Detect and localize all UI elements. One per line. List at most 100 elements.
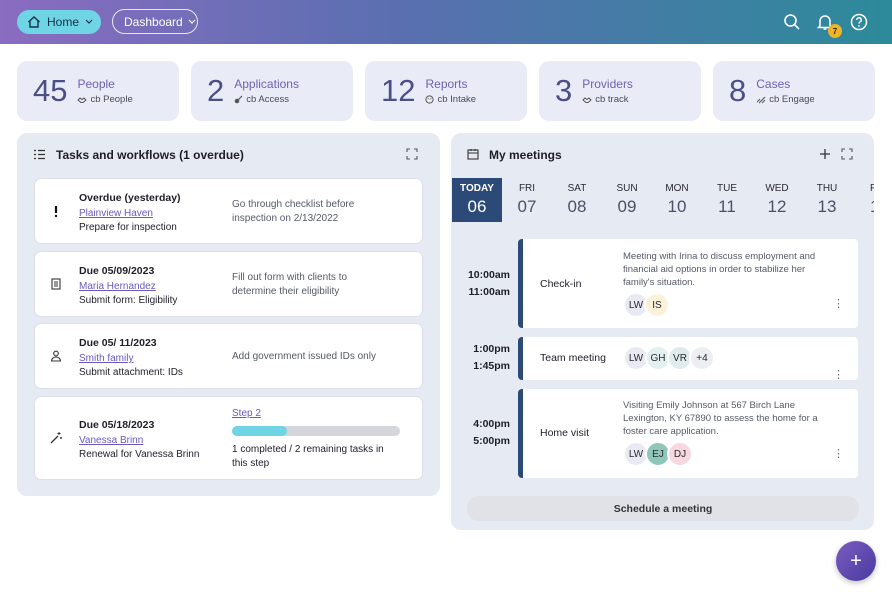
- stat-sub: cb People: [90, 94, 133, 105]
- stat-number: 12: [381, 73, 416, 108]
- top-bar: Home Dashboard 7: [0, 0, 892, 44]
- tasks-title: Tasks and workflows (1 overdue): [56, 148, 244, 162]
- tasks-panel: Tasks and workflows (1 overdue) Overdue …: [17, 133, 440, 496]
- day-sat[interactable]: SAT 08: [552, 178, 602, 222]
- stat-name: Providers: [582, 77, 633, 91]
- upload-person-icon: [50, 350, 62, 362]
- task-link[interactable]: Smith family: [79, 353, 133, 364]
- day-name: SAT: [567, 183, 587, 194]
- meeting-card[interactable]: Check-in Meeting with Irina to discuss e…: [518, 239, 858, 328]
- task-action: Renewal for Vanessa Brinn: [79, 449, 200, 460]
- home-button[interactable]: Home: [17, 10, 101, 34]
- task-card[interactable]: Due 05/09/2023 Maria Hernandez Submit fo…: [34, 251, 423, 317]
- task-action: Submit attachment: IDs: [79, 367, 183, 378]
- document-icon: [51, 278, 61, 290]
- stat-name: Reports: [425, 77, 468, 91]
- task-link[interactable]: Maria Hernandez: [79, 281, 156, 292]
- day-name: SUN: [616, 183, 638, 194]
- task-card[interactable]: Due 05/18/2023 Vanessa Brinn Renewal for…: [34, 396, 423, 480]
- stat-number: 8: [729, 73, 747, 108]
- task-description: 1 completed / 2 remaining tasks in this …: [232, 444, 384, 469]
- expand-icon[interactable]: [841, 148, 853, 160]
- stat-card-people[interactable]: 45 People cb People: [17, 61, 179, 121]
- task-due: Overdue (yesterday): [79, 192, 181, 204]
- more-icon[interactable]: ⋮: [833, 297, 844, 310]
- day-date: 12: [767, 197, 787, 216]
- day-date: 10: [667, 197, 687, 216]
- plus-icon: +: [850, 550, 862, 572]
- task-due: Due 05/09/2023: [79, 265, 155, 277]
- task-link[interactable]: Plainview Haven: [79, 208, 153, 219]
- day-name: TODAY: [460, 183, 494, 194]
- stat-name: Applications: [234, 77, 299, 91]
- day-date: 07: [517, 197, 537, 216]
- task-description: Fill out form with clients to determine …: [232, 272, 348, 297]
- notification-badge: 7: [828, 24, 842, 38]
- meeting-times: 10:00am 11:00am: [457, 267, 510, 301]
- wand-icon: [50, 432, 62, 444]
- face-icon: [425, 95, 435, 104]
- stat-sub: cb Engage: [769, 94, 815, 105]
- handshake-icon: [582, 96, 592, 103]
- day-fri[interactable]: FRI 07: [502, 178, 552, 222]
- step-progress-bar: [232, 426, 400, 436]
- day-date: 08: [567, 197, 587, 216]
- step-progress-fill: [232, 426, 288, 436]
- help-icon[interactable]: [849, 12, 869, 32]
- day-name: TUE: [717, 183, 737, 194]
- task-action: Submit form: Eligibility: [79, 295, 178, 306]
- stat-number: 3: [555, 73, 573, 108]
- calendar-icon: [467, 149, 479, 160]
- day-fri-next[interactable]: F1: [852, 178, 874, 222]
- day-name: THU: [816, 183, 838, 194]
- dashboard-label: Dashboard: [124, 14, 183, 29]
- avatar: DJ: [667, 441, 693, 467]
- meeting-title: Team meeting: [540, 352, 606, 364]
- step-link[interactable]: Step 2: [232, 408, 261, 419]
- day-today[interactable]: TODAY 06: [452, 178, 502, 222]
- day-tue[interactable]: TUE 11: [702, 178, 752, 222]
- stat-sub: cb Access: [246, 94, 290, 105]
- avatar: IS: [644, 292, 670, 318]
- stat-card-applications[interactable]: 2 Applications cb Access: [191, 61, 353, 121]
- chevron-down-icon: [188, 19, 196, 24]
- add-icon[interactable]: [819, 148, 831, 160]
- task-card[interactable]: Overdue (yesterday) Plainview Haven Prep…: [34, 178, 423, 244]
- meeting-card[interactable]: Home visit Visiting Emily Johnson at 567…: [518, 389, 858, 478]
- stat-sub: cb track: [595, 94, 629, 105]
- day-name: MON: [665, 183, 689, 194]
- day-wed[interactable]: WED 12: [752, 178, 802, 222]
- day-name: WED: [765, 183, 789, 194]
- stat-name: People: [77, 77, 115, 91]
- schedule-meeting-button[interactable]: Schedule a meeting: [467, 496, 859, 521]
- task-link[interactable]: Vanessa Brinn: [79, 435, 143, 446]
- task-card[interactable]: Due 05/ 11/2023 Smith family Submit atta…: [34, 323, 423, 389]
- meeting-description: Meeting with Irina to discuss employment…: [623, 251, 816, 288]
- stat-name: Cases: [756, 77, 791, 91]
- avatar-overflow: +4: [689, 345, 715, 371]
- stat-card-cases[interactable]: 8 Cases cb Engage: [713, 61, 875, 121]
- meeting-times: 1:00pm 1:45pm: [457, 341, 510, 375]
- stat-sub: cb Intake: [437, 94, 477, 105]
- more-icon[interactable]: ⋮: [833, 447, 844, 460]
- stat-card-reports[interactable]: 12 Reports cb Intake: [365, 61, 527, 121]
- search-icon[interactable]: [782, 12, 802, 32]
- meeting-card[interactable]: Team meeting LW GH VR +4 ⋮: [518, 337, 858, 381]
- meeting-title: Home visit: [540, 427, 590, 439]
- meeting-end: 11:00am: [468, 286, 510, 298]
- chevron-down-icon: [85, 19, 93, 24]
- more-icon[interactable]: ⋮: [833, 368, 844, 381]
- task-due: Due 05/18/2023: [79, 419, 155, 431]
- stat-card-providers[interactable]: 3 Providers cb track: [539, 61, 701, 121]
- day-mon[interactable]: MON 10: [652, 178, 702, 222]
- link-icon: [756, 96, 766, 104]
- dashboard-button[interactable]: Dashboard: [112, 9, 198, 34]
- add-fab-button[interactable]: +: [836, 541, 876, 581]
- meeting-start: 10:00am: [467, 269, 510, 281]
- key-icon: [234, 95, 243, 104]
- day-sun[interactable]: SUN 09: [602, 178, 652, 222]
- expand-icon[interactable]: [406, 148, 418, 160]
- day-thu[interactable]: THU 13: [802, 178, 852, 222]
- task-description: Add government issued IDs only: [232, 351, 376, 362]
- task-action: Prepare for inspection: [79, 222, 177, 233]
